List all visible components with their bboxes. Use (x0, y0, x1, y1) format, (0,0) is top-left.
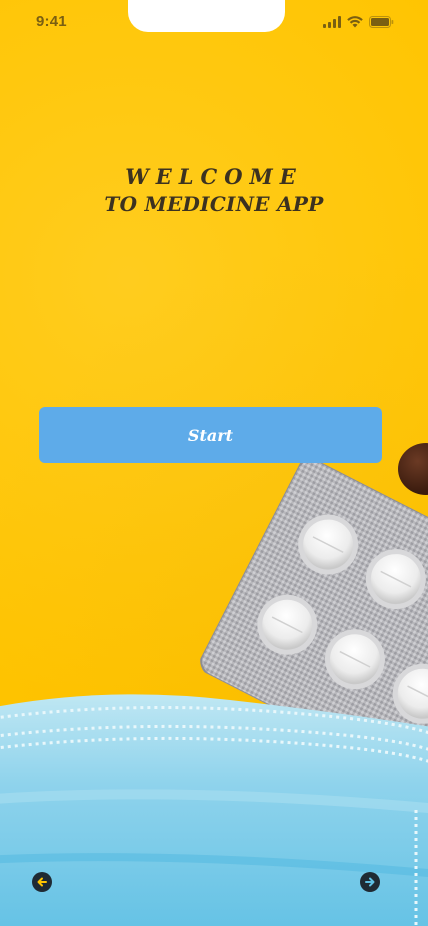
arrow-left-icon (37, 877, 47, 887)
start-button-label: Start (187, 425, 234, 445)
back-button[interactable] (32, 872, 52, 892)
device-notch (128, 0, 285, 32)
welcome-screen: 9:41 WELCOME TO MEDICINE APP Start (0, 0, 428, 926)
status-icons (323, 16, 394, 28)
cellular-signal-icon (323, 16, 341, 28)
status-time: 9:41 (36, 13, 67, 30)
wifi-icon (347, 16, 363, 28)
arrow-right-icon (365, 877, 375, 887)
welcome-title: WELCOME (125, 164, 303, 189)
surgical-mask-image (0, 694, 428, 926)
welcome-subtitle: TO MEDICINE APP (104, 192, 324, 216)
status-bar: 9:41 (0, 0, 428, 44)
forward-button[interactable] (360, 872, 380, 892)
start-button[interactable]: Start (39, 407, 382, 463)
battery-icon (369, 16, 394, 28)
